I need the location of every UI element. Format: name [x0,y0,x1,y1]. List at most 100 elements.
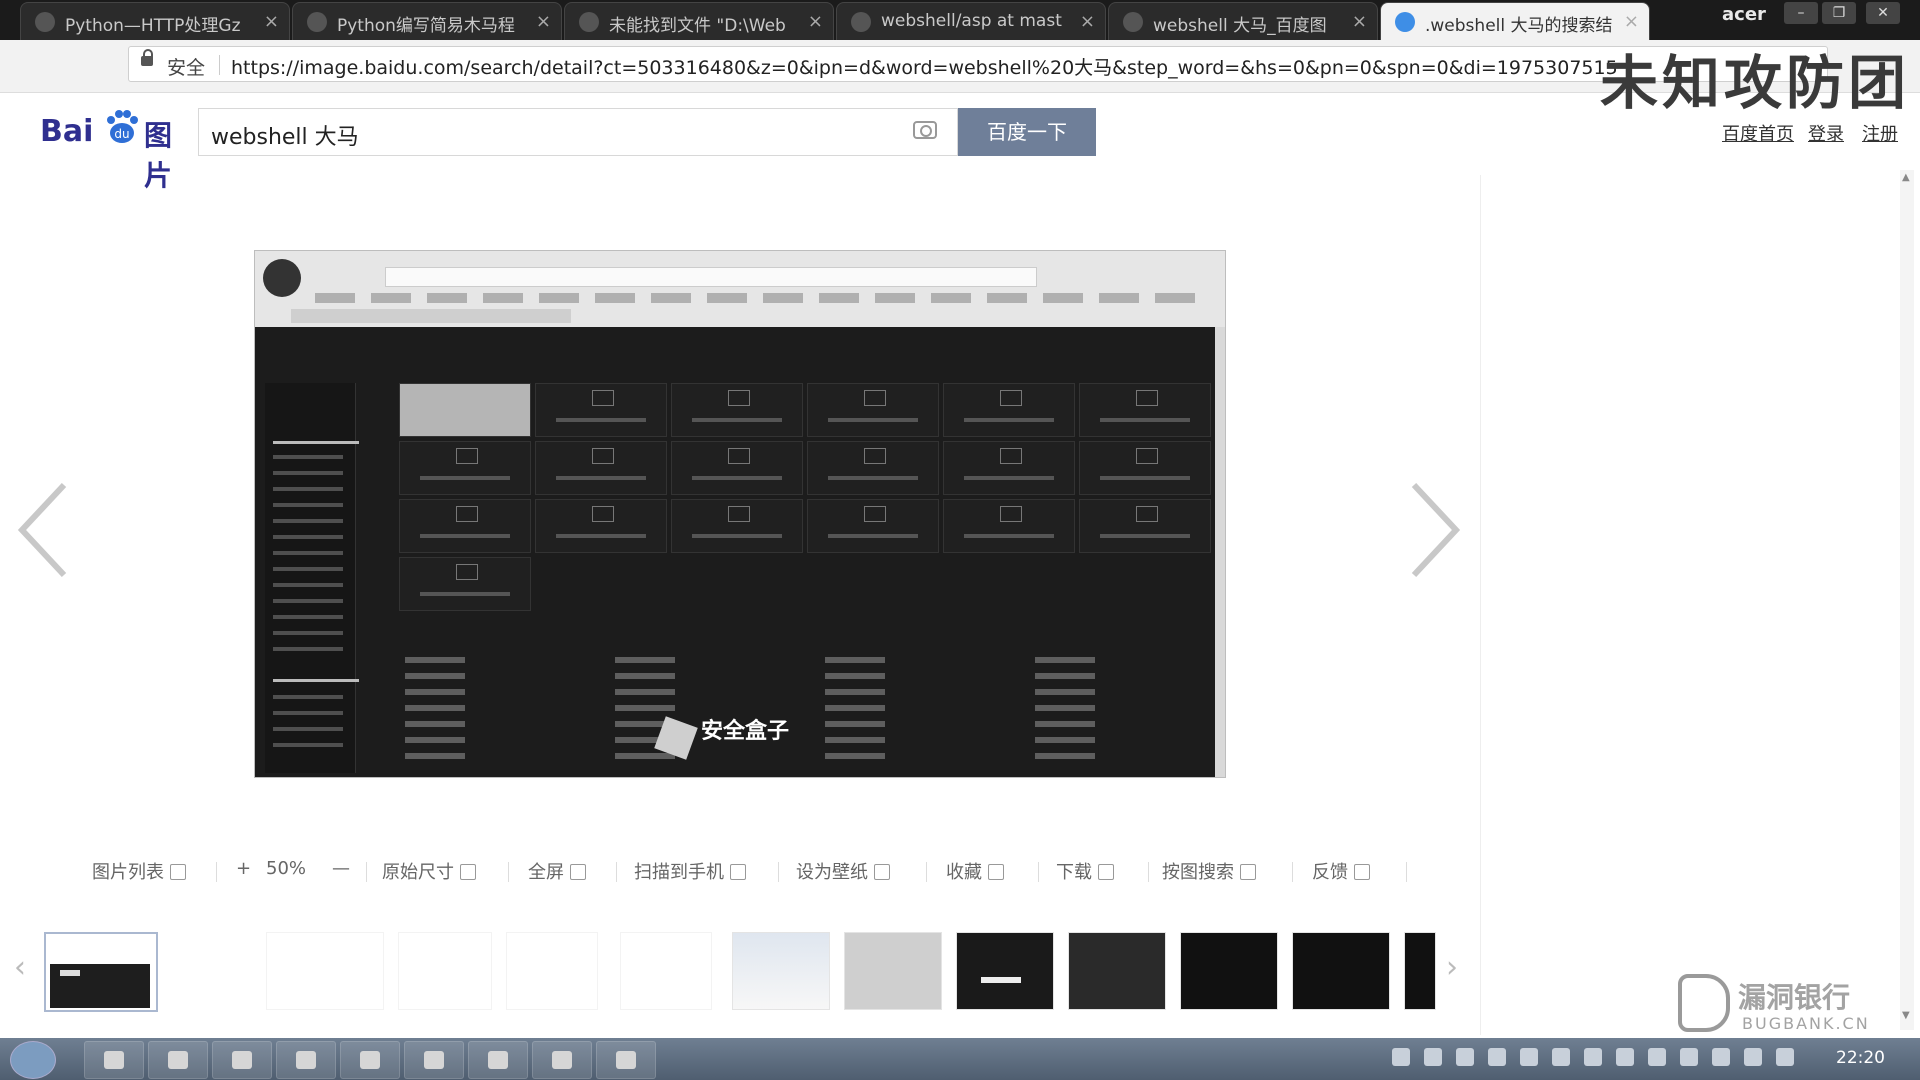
clock[interactable]: 22:20 [1836,1048,1885,1068]
next-image-button[interactable] [1404,480,1464,580]
feedback-icon [1354,864,1370,880]
close-icon[interactable]: × [536,11,551,32]
feedback-button[interactable]: 反馈 [1312,858,1370,884]
taskbar-app[interactable] [276,1041,336,1079]
tray-icon[interactable] [1584,1048,1602,1066]
tray-icon[interactable] [1520,1048,1538,1066]
taskbar-browser[interactable] [212,1041,272,1079]
help-icon[interactable] [1424,1048,1442,1066]
register-link[interactable]: 注册 [1862,120,1898,146]
image-browser-chrome [255,251,1225,327]
close-icon[interactable]: × [1624,11,1639,32]
previous-image-button[interactable] [14,480,74,580]
thumbs-next-icon[interactable]: › [1446,950,1458,985]
secure-label: 安全 [167,57,206,79]
search-by-image-button[interactable]: 按图搜索 [1162,858,1256,884]
table-row [405,753,1165,759]
thumbnail[interactable] [506,932,598,1010]
tab-python-http[interactable]: Python—HTTP处理Gz × [20,2,290,40]
thumbs-prev-icon[interactable]: ‹ [14,950,26,985]
tray-icon[interactable] [1456,1048,1474,1066]
taskbar-notepad[interactable] [468,1041,528,1079]
close-icon[interactable]: × [1352,11,1367,32]
tray-icon[interactable] [1552,1048,1570,1066]
app-icon [552,1051,572,1069]
thumbnail[interactable] [1180,932,1278,1010]
close-icon[interactable]: × [264,11,279,32]
scroll-up-icon[interactable]: ▲ [1902,172,1910,183]
tray-icon[interactable] [1648,1048,1666,1066]
main-image[interactable]: 安全盒子 [254,250,1226,778]
zoom-in-button[interactable]: + [236,858,251,879]
flag-icon[interactable] [1680,1048,1698,1066]
folder-tile [1079,383,1211,437]
thumbnail[interactable] [266,932,384,1010]
start-button[interactable] [10,1041,56,1079]
download-icon [1098,864,1114,880]
set-wallpaper-button[interactable]: 设为壁纸 [796,858,890,884]
close-icon[interactable]: × [808,11,823,32]
fullscreen-icon [570,864,586,880]
tray-icon[interactable] [1488,1048,1506,1066]
search-input-value[interactable]: webshell 大马 [211,119,359,151]
svg-text:du: du [114,127,129,141]
calculator-icon [360,1051,380,1069]
thumbnail[interactable] [44,932,158,1012]
taskbar-app[interactable] [532,1041,592,1079]
tab-search-results[interactable]: .webshell 大马的搜索结 × [1380,2,1650,40]
zoom-out-button[interactable]: — [332,858,350,879]
restore-button[interactable]: ❐ [1822,2,1856,24]
brand-label: acer [1722,4,1766,25]
taskbar-calculator[interactable] [340,1041,400,1079]
search-button[interactable]: 百度一下 [958,108,1096,156]
tray-icon[interactable] [1712,1048,1730,1066]
taskbar-terminal[interactable] [596,1041,656,1079]
volume-icon[interactable] [1744,1048,1762,1066]
expand-icon [460,864,476,880]
scrollbar[interactable]: ▲ ▼ [1900,170,1914,1030]
url-text[interactable]: https://image.baidu.com/search/detail?ct… [231,53,1811,80]
tab-baidu-image[interactable]: webshell 大马_百度图 × [1108,2,1378,40]
thumbnail[interactable] [398,932,492,1010]
url-field[interactable]: 安全 https://image.baidu.com/search/detail… [128,46,1828,82]
app-icon [104,1051,124,1069]
thumbnail[interactable] [956,932,1054,1010]
close-window-button[interactable]: ✕ [1866,2,1900,24]
scan-to-phone-button[interactable]: 扫描到手机 [634,858,746,884]
tray-icon[interactable] [1392,1048,1410,1066]
sidebar-line [273,615,343,619]
taskbar-app[interactable] [404,1041,464,1079]
tray-icon[interactable] [1616,1048,1634,1066]
download-button[interactable]: 下载 [1056,858,1114,884]
thumbnail[interactable] [620,932,712,1010]
search-input[interactable]: webshell 大马 [198,108,958,156]
divider [273,679,359,682]
folder-tile [1079,499,1211,553]
favorite-button[interactable]: 收藏 [946,858,1004,884]
thumbnail[interactable] [732,932,830,1010]
network-icon[interactable] [1776,1048,1794,1066]
original-size-button[interactable]: 原始尺寸 [382,858,476,884]
baidu-home-link[interactable]: 百度首页 [1722,120,1794,146]
taskbar-explorer[interactable] [148,1041,208,1079]
close-icon[interactable]: × [1080,11,1095,32]
taskbar-app[interactable] [84,1041,144,1079]
scroll-down-icon[interactable]: ▼ [1902,1010,1910,1021]
minimize-button[interactable]: – [1784,2,1818,24]
login-link[interactable]: 登录 [1808,120,1844,146]
tab-webshell-asp[interactable]: webshell/asp at mast × [836,2,1106,40]
folder-tile [807,441,939,495]
folder-icon [456,448,478,464]
tab-python-trojan[interactable]: Python编写简易木马程 × [292,2,562,40]
thumbnail[interactable] [1292,932,1390,1010]
folder-tile [535,441,667,495]
thumbnail[interactable] [844,932,942,1010]
baidu-image-logo[interactable]: Bai du 图片 [40,110,190,192]
baidu-paw-icon: du [107,110,138,143]
thumbnail[interactable] [1068,932,1166,1010]
thumbnail[interactable] [1404,932,1436,1010]
tab-file-not-found[interactable]: 未能找到文件 "D:\Web × [564,2,834,40]
fullscreen-button[interactable]: 全屏 [528,858,586,884]
image-list-button[interactable]: 图片列表 [92,858,186,884]
camera-icon[interactable] [913,121,937,139]
